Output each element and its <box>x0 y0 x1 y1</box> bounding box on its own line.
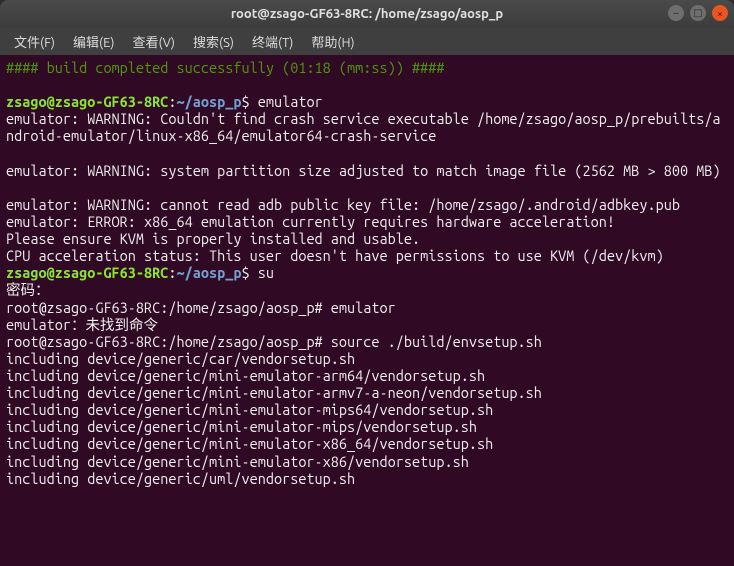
output-line: including device/generic/mini-emulator-a… <box>6 367 485 384</box>
output-line: root@zsago-GF63-8RC:/home/zsago/aosp_p# … <box>6 299 396 316</box>
window-titlebar: root@zsago-GF63-8RC: /home/zsago/aosp_p … <box>0 0 734 28</box>
command-input: su <box>258 264 274 281</box>
command-input: emulator <box>258 93 323 110</box>
output-line: including device/generic/mini-emulator-a… <box>6 384 542 401</box>
menu-search[interactable]: 搜索(S) <box>185 29 242 54</box>
menu-help[interactable]: 帮助(H) <box>303 29 362 54</box>
window-controls: ‒ □ × <box>668 5 728 21</box>
output-line: including device/generic/car/vendorsetup… <box>6 350 355 367</box>
output-line: 密码： <box>6 281 50 298</box>
maximize-button[interactable]: □ <box>690 5 706 21</box>
build-success-line: #### build completed successfully (01:18… <box>6 59 444 76</box>
prompt-user: zsago@zsago-GF63-8RC <box>6 93 168 110</box>
output-line: including device/generic/mini-emulator-x… <box>6 435 493 452</box>
output-line: including device/generic/mini-emulator-m… <box>6 418 477 435</box>
output-line: emulator: WARNING: Couldn't find crash s… <box>6 110 721 144</box>
prompt-path: ~/aosp_p <box>177 264 242 281</box>
prompt-user: zsago@zsago-GF63-8RC <box>6 264 168 281</box>
output-line: emulator：未找到命令 <box>6 316 158 333</box>
prompt-dollar: $ <box>242 264 258 281</box>
terminal-output[interactable]: #### build completed successfully (01:18… <box>0 55 734 566</box>
output-line: emulator: WARNING: cannot read adb publi… <box>6 196 680 213</box>
menu-view[interactable]: 查看(V) <box>125 29 183 54</box>
menu-edit[interactable]: 编辑(E) <box>65 29 122 54</box>
output-line: including device/generic/uml/vendorsetup… <box>6 470 355 487</box>
output-line: emulator: ERROR: x86_64 emulation curren… <box>6 213 615 230</box>
prompt-colon: : <box>168 93 176 110</box>
output-line: Please ensure KVM is properly installed … <box>6 230 420 247</box>
prompt-path: ~/aosp_p <box>177 93 242 110</box>
output-line: including device/generic/mini-emulator-x… <box>6 453 469 470</box>
output-line: emulator: WARNING: system partition size… <box>6 162 721 179</box>
output-line: root@zsago-GF63-8RC:/home/zsago/aosp_p# … <box>6 333 542 350</box>
minimize-button[interactable]: ‒ <box>668 5 684 21</box>
menu-file[interactable]: 文件(F) <box>6 29 63 54</box>
output-line: CPU acceleration status: This user doesn… <box>6 247 664 264</box>
close-button[interactable]: × <box>712 5 728 21</box>
menu-terminal[interactable]: 终端(T) <box>244 29 301 54</box>
prompt-colon: : <box>168 264 176 281</box>
output-line: including device/generic/mini-emulator-m… <box>6 401 493 418</box>
window-title: root@zsago-GF63-8RC: /home/zsago/aosp_p <box>231 7 503 21</box>
prompt-dollar: $ <box>242 93 258 110</box>
menubar: 文件(F) 编辑(E) 查看(V) 搜索(S) 终端(T) 帮助(H) <box>0 28 734 55</box>
